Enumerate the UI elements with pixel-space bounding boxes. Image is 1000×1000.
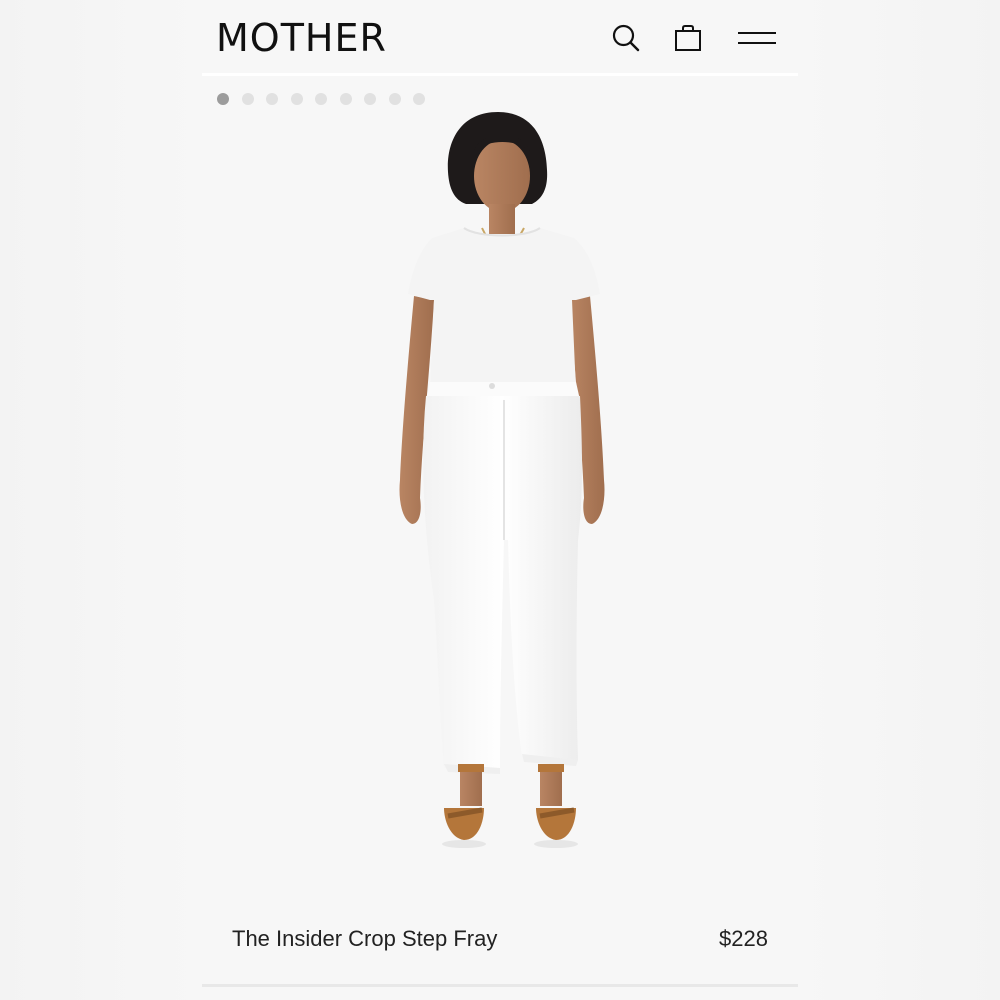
shopping-bag-icon — [675, 25, 701, 51]
product-name[interactable]: The Insider Crop Step Fray — [232, 926, 497, 952]
product-info[interactable]: The Insider Crop Step Fray $228 — [202, 920, 798, 964]
menu-button[interactable] — [734, 18, 780, 58]
search-icon — [612, 24, 640, 52]
product-price: $228 — [719, 926, 768, 951]
mobile-page: MOTHER The Insider Crop Step Fray $228 — [202, 0, 798, 1000]
model-illustration — [399, 112, 605, 848]
search-button[interactable] — [606, 18, 646, 58]
hamburger-menu-icon — [738, 32, 776, 44]
product-photo[interactable] — [202, 100, 798, 880]
brand-logo[interactable]: MOTHER — [216, 14, 387, 62]
cart-button[interactable] — [668, 18, 708, 58]
site-header: MOTHER — [202, 0, 798, 76]
divider — [202, 984, 798, 987]
